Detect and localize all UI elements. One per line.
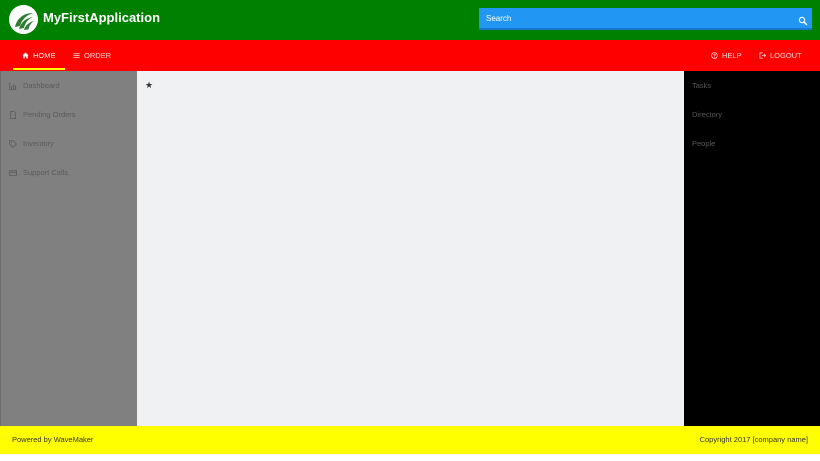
nav-help[interactable]: HELP bbox=[711, 40, 742, 71]
right-panel-item-directory[interactable]: Directory bbox=[692, 110, 722, 119]
sidebar-item-inventory[interactable]: Inventory bbox=[9, 139, 54, 148]
search-input[interactable] bbox=[479, 8, 789, 28]
sidebar-item-pending-orders[interactable]: Pending Orders bbox=[9, 110, 76, 119]
document-icon bbox=[9, 110, 17, 119]
card-icon bbox=[9, 169, 17, 177]
main-content: ★ bbox=[137, 71, 684, 426]
top-nav: HOME ORDER HELP LOGOUT bbox=[0, 40, 820, 71]
sidebar-item-label: Support Calls bbox=[23, 168, 69, 177]
nav-logout-label: LOGOUT bbox=[770, 51, 802, 60]
wavemaker-logo-icon[interactable] bbox=[9, 5, 38, 34]
app-footer: Powered by WaveMaker Copyright 2017 [com… bbox=[0, 426, 820, 454]
nav-order[interactable]: ORDER bbox=[73, 40, 111, 71]
tag-icon bbox=[9, 139, 17, 148]
sidebar-item-label: Pending Orders bbox=[23, 110, 76, 119]
right-panel-item-people[interactable]: People bbox=[692, 139, 715, 148]
star-icon: ★ bbox=[145, 80, 154, 90]
nav-home[interactable]: HOME bbox=[13, 40, 64, 71]
right-panel-item-tasks[interactable]: Tasks bbox=[692, 81, 711, 90]
home-icon bbox=[22, 52, 29, 59]
list-icon bbox=[73, 52, 80, 59]
app-header: MyFirstApplication bbox=[0, 0, 820, 40]
right-panel: Tasks Directory People bbox=[684, 71, 820, 426]
nav-help-label: HELP bbox=[722, 51, 742, 60]
sidebar-item-label: Dashboard bbox=[23, 81, 60, 90]
sidebar-item-label: Inventory bbox=[23, 139, 54, 148]
footer-copyright: Copyright 2017 [company name] bbox=[699, 435, 808, 444]
nav-order-label: ORDER bbox=[84, 51, 112, 60]
search-box bbox=[479, 8, 812, 30]
logout-icon bbox=[759, 52, 766, 59]
bar-chart-icon bbox=[9, 82, 17, 90]
sidebar-item-dashboard[interactable]: Dashboard bbox=[9, 81, 60, 90]
sidebar-item-support-calls[interactable]: Support Calls bbox=[9, 168, 68, 177]
footer-powered-by: Powered by WaveMaker bbox=[12, 435, 94, 444]
app-title[interactable]: MyFirstApplication bbox=[43, 10, 160, 26]
left-sidebar: Dashboard Pending Orders Inventory Suppo… bbox=[0, 71, 137, 426]
help-circle-icon bbox=[711, 52, 718, 59]
nav-home-label: HOME bbox=[33, 51, 56, 60]
search-icon[interactable] bbox=[798, 13, 808, 26]
nav-logout[interactable]: LOGOUT bbox=[759, 40, 802, 71]
